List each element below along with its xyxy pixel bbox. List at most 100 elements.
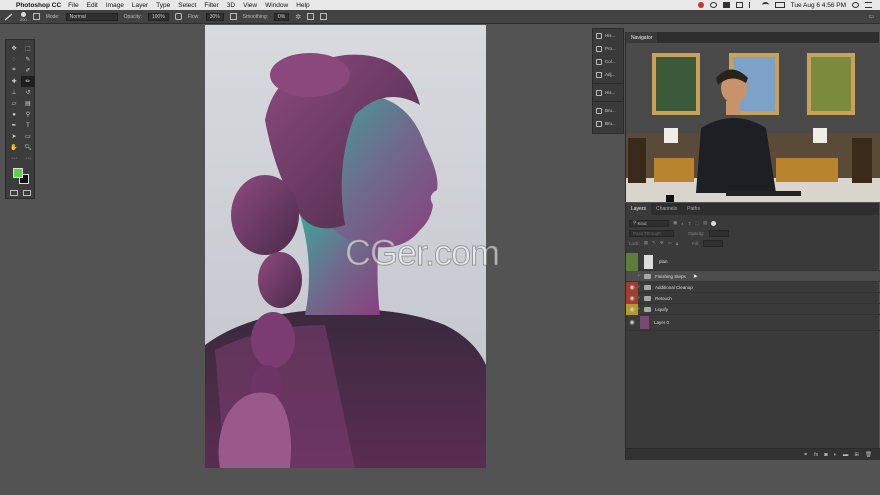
- link-layers-icon[interactable]: ⚭: [803, 452, 808, 458]
- new-layer-icon[interactable]: ⊞: [854, 452, 859, 458]
- filter-type-icon[interactable]: T: [688, 221, 691, 226]
- dropbox-icon[interactable]: [722, 2, 730, 8]
- menu-select[interactable]: Select: [178, 2, 196, 9]
- menu-view[interactable]: View: [243, 2, 257, 9]
- lock-transparent-icon[interactable]: ▦: [644, 240, 648, 246]
- layer-row-additional-cleanup[interactable]: ◉ › Additional Cleanup: [626, 281, 880, 293]
- menu-file[interactable]: File: [68, 2, 78, 9]
- filter-smart-object-icon[interactable]: ▨: [703, 220, 707, 226]
- eye-icon[interactable]: ◉: [626, 281, 638, 293]
- dock-histogram[interactable]: His...: [593, 86, 623, 99]
- path-selection-tool-icon[interactable]: ➤: [7, 131, 21, 142]
- battery-icon[interactable]: [774, 2, 785, 8]
- layer-name[interactable]: Finishing Steps: [655, 274, 686, 279]
- blend-mode-select[interactable]: Pass Through: [629, 229, 674, 237]
- menu-help[interactable]: Help: [296, 2, 309, 9]
- layer-name[interactable]: Layer 0: [654, 320, 669, 325]
- notification-center-icon[interactable]: [865, 2, 872, 8]
- dock-color[interactable]: Col...: [593, 55, 623, 68]
- lock-artboard-icon[interactable]: ▭: [668, 240, 672, 246]
- brush-tool-icon[interactable]: [4, 13, 14, 21]
- eye-icon[interactable]: ◉: [626, 317, 638, 328]
- layer-row-finishing-steps[interactable]: › Finishing Steps ➤: [626, 271, 880, 282]
- clock[interactable]: Tue Aug 6 4:56 PM: [791, 2, 846, 9]
- visibility-toggle[interactable]: [626, 252, 638, 271]
- crop-tool-icon[interactable]: ⌗: [7, 65, 21, 76]
- bluetooth-icon[interactable]: [748, 2, 756, 8]
- healing-brush-tool-icon[interactable]: ✚: [7, 76, 21, 87]
- delete-layer-icon[interactable]: 🗑︎: [865, 452, 872, 458]
- brush-tool-icon[interactable]: ✏: [21, 76, 35, 87]
- pressure-size-icon[interactable]: [307, 13, 315, 20]
- creative-cloud-icon[interactable]: [709, 2, 717, 8]
- lock-all-icon[interactable]: 🔒︎: [676, 241, 678, 246]
- app-name-menu[interactable]: Photoshop CC: [16, 2, 61, 9]
- layer-opacity-field[interactable]: [708, 229, 729, 237]
- quick-select-tool-icon[interactable]: ✎: [21, 54, 35, 65]
- spotlight-icon[interactable]: [852, 2, 859, 8]
- edit-toolbar-icon[interactable]: ⋯: [7, 153, 21, 164]
- zoom-tool-icon[interactable]: 🔍︎: [21, 142, 35, 153]
- dock-properties[interactable]: Pro...: [593, 42, 623, 55]
- menu-filter[interactable]: Filter: [204, 2, 218, 9]
- edit-toolbar-more-icon[interactable]: ⋯: [21, 153, 35, 164]
- layer-row-layer-0[interactable]: ◉ Layer 0: [626, 315, 880, 331]
- shape-tool-icon[interactable]: ▭: [21, 131, 35, 142]
- filter-toggle-icon[interactable]: [711, 220, 717, 226]
- pressure-opacity-icon[interactable]: [174, 13, 182, 20]
- brush-panel-icon[interactable]: [32, 13, 40, 20]
- marquee-tool-icon[interactable]: ⬚: [21, 43, 35, 54]
- mode-select[interactable]: Normal: [65, 12, 118, 21]
- filter-shape-icon[interactable]: ⬚: [695, 220, 699, 226]
- wifi-icon[interactable]: [761, 2, 769, 8]
- dock-brushes[interactable]: Bru...: [593, 117, 623, 130]
- menu-layer[interactable]: Layer: [132, 2, 148, 9]
- layer-row-plan[interactable]: plan: [626, 252, 880, 271]
- visibility-toggle[interactable]: [626, 271, 638, 282]
- opacity-field[interactable]: 100%: [147, 12, 169, 21]
- pen-tool-icon[interactable]: ✒: [7, 120, 21, 131]
- screen-icon[interactable]: [735, 2, 743, 8]
- eyedropper-tool-icon[interactable]: ✐: [21, 65, 35, 76]
- new-adjustment-layer-icon[interactable]: ◐: [834, 452, 837, 458]
- add-mask-icon[interactable]: ◙: [824, 452, 827, 458]
- menu-window[interactable]: Window: [265, 2, 288, 9]
- foreground-color-swatch[interactable]: [13, 168, 23, 178]
- move-tool-icon[interactable]: ✥: [7, 43, 21, 54]
- filter-adjustment-icon[interactable]: ◐: [681, 221, 684, 226]
- hand-tool-icon[interactable]: ✋: [7, 142, 21, 153]
- brush-preset-picker[interactable]: 200: [20, 11, 27, 22]
- layer-row-retouch[interactable]: ◉ › Retouch: [626, 292, 880, 304]
- blur-tool-icon[interactable]: ●: [7, 109, 21, 120]
- layer-filter-select[interactable]: ⚲ Kind: [629, 219, 669, 227]
- dock-brush-settings[interactable]: Bru...: [593, 104, 623, 117]
- tab-navigator[interactable]: Navigator: [626, 32, 658, 43]
- eraser-tool-icon[interactable]: ▱: [7, 98, 21, 109]
- new-group-icon[interactable]: ▬: [843, 452, 849, 458]
- tab-paths[interactable]: Paths: [682, 203, 705, 215]
- symmetry-icon[interactable]: [320, 13, 328, 20]
- menu-3d[interactable]: 3D: [227, 2, 235, 9]
- eye-icon[interactable]: ◉: [626, 292, 638, 304]
- layer-row-liquify[interactable]: ◉ › Liquify: [626, 303, 880, 315]
- filter-pixel-icon[interactable]: ▣: [673, 220, 677, 226]
- airbrush-icon[interactable]: [229, 13, 237, 20]
- smoothing-options-gear-icon[interactable]: ✲: [295, 13, 301, 21]
- gradient-tool-icon[interactable]: ▤: [21, 98, 35, 109]
- menu-type[interactable]: Type: [156, 2, 170, 9]
- tab-layers[interactable]: Layers: [626, 203, 652, 215]
- flow-field[interactable]: 30%: [205, 12, 224, 21]
- history-brush-tool-icon[interactable]: ↺: [21, 87, 35, 98]
- type-tool-icon[interactable]: T: [21, 120, 35, 131]
- lock-position-icon[interactable]: ✥: [660, 240, 664, 246]
- record-icon[interactable]: [697, 2, 704, 8]
- quick-mask-icon[interactable]: [10, 190, 18, 196]
- layer-name[interactable]: Liquify: [655, 307, 668, 312]
- layer-name[interactable]: plan: [659, 259, 668, 264]
- dock-adjustments[interactable]: Adj...: [593, 68, 623, 81]
- dodge-tool-icon[interactable]: ⚲: [21, 109, 35, 120]
- layer-fill-field[interactable]: [703, 239, 724, 247]
- workspace-icon[interactable]: ▭: [868, 13, 880, 20]
- lasso-tool-icon[interactable]: ◌: [7, 54, 21, 65]
- smoothing-field[interactable]: 0%: [274, 12, 290, 21]
